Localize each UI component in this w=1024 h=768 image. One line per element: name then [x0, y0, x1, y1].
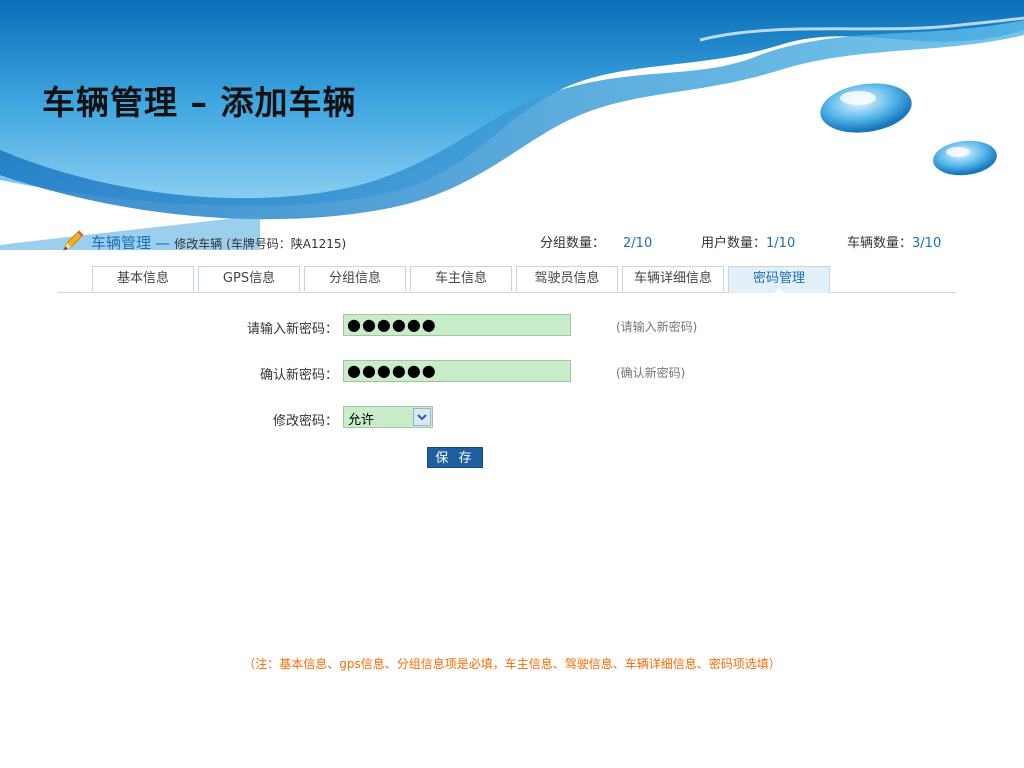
confirm-password-label: 确认新密码：	[259, 368, 338, 383]
modify-password-selected: 允许	[348, 413, 375, 428]
slide-title: 车辆管理 – 添加车辆	[42, 83, 357, 122]
tab-bar: 基本信息 GPS信息 分组信息 车主信息 驾驶员信息 车辆详细信息 密码管理	[58, 266, 956, 294]
group-count: 分组数量： 2/10	[540, 232, 652, 251]
tab-gps-info[interactable]: GPS信息	[198, 266, 300, 291]
user-count-value: 1/10	[766, 236, 796, 251]
chevron-down-icon[interactable]	[413, 408, 431, 426]
modify-password-select[interactable]: 允许	[343, 406, 433, 428]
section-link[interactable]: 车辆管理	[91, 234, 151, 252]
water-banner	[0, 0, 1024, 250]
breadcrumb: 车辆管理 — 修改车辆 (车牌号码：陕A1215)	[91, 232, 346, 253]
tab-password-management[interactable]: 密码管理	[728, 266, 830, 294]
tab-vehicle-details[interactable]: 车辆详细信息	[622, 266, 724, 291]
group-count-label: 分组数量：	[540, 236, 606, 251]
vehicle-count-value: 3/10	[912, 236, 942, 251]
footnote: （注：基本信息、gps信息、分组信息项是必填，车主信息、驾驶信息、车辆详细信息、…	[243, 657, 781, 671]
modify-password-label: 修改密码：	[272, 414, 338, 429]
vehicle-count: 车辆数量：3/10	[847, 232, 941, 251]
new-password-label: 请输入新密码：	[246, 322, 338, 337]
tab-owner-info[interactable]: 车主信息	[410, 266, 512, 291]
vehicle-count-label: 车辆数量：	[847, 236, 913, 251]
confirm-password-field[interactable]: ●●●●●●	[343, 360, 571, 382]
page-description: 修改车辆 (车牌号码：陕A1215)	[174, 237, 347, 251]
user-count-label: 用户数量：	[701, 236, 767, 251]
breadcrumb-separator: —	[155, 234, 171, 252]
tab-driver-info[interactable]: 驾驶员信息	[516, 266, 618, 291]
tab-basic-info[interactable]: 基本信息	[92, 266, 194, 291]
save-button[interactable]: 保 存	[427, 447, 483, 468]
pencil-icon	[63, 230, 84, 251]
new-password-hint: (请输入新密码)	[616, 320, 698, 334]
user-count: 用户数量：1/10	[701, 232, 795, 251]
group-count-value: 2/10	[623, 236, 653, 251]
confirm-password-hint: (确认新密码)	[616, 366, 686, 380]
tab-group-info[interactable]: 分组信息	[304, 266, 406, 291]
page-header: 车辆管理 — 修改车辆 (车牌号码：陕A1215) 分组数量： 2/10 用户数量…	[58, 228, 958, 254]
new-password-field[interactable]: ●●●●●●	[343, 314, 571, 336]
